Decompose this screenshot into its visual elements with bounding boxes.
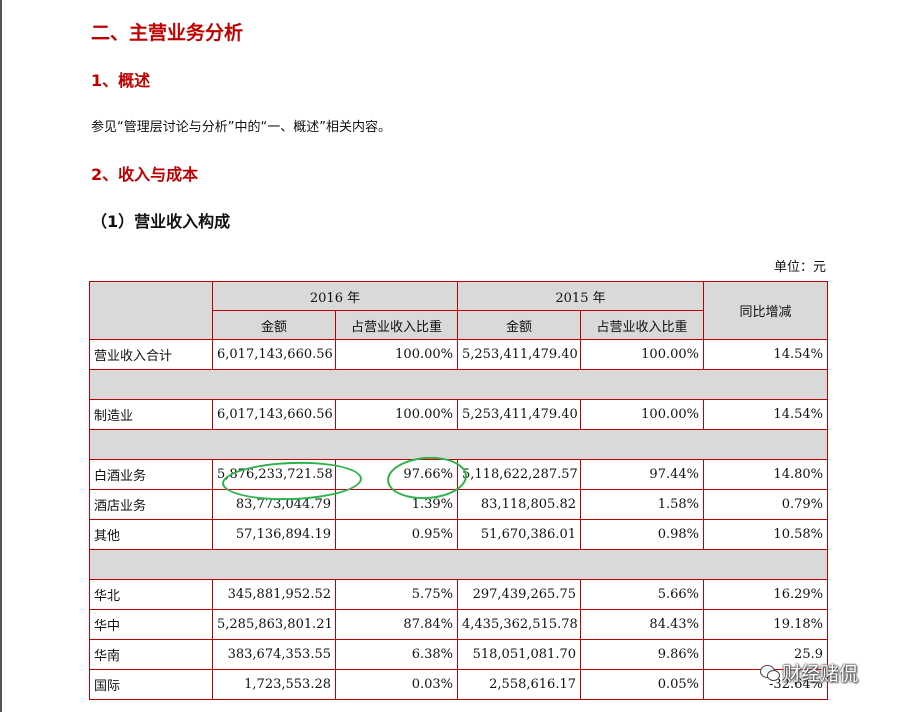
amount-2016: 57,136,894.19 (212, 519, 336, 550)
table-row: 华南 383,674,353.55 6.38% 518,051,081.70 9… (89, 639, 828, 670)
row-label: 华北 (89, 579, 213, 610)
table-row: 酒店业务 83,773,044.79 1.39% 83,118,805.82 1… (89, 489, 828, 520)
table-row: 白酒业务 5,876,233,721.58 97.66% 5,118,622,2… (89, 459, 828, 490)
revenue-cost-heading: 2、收入与成本 (91, 165, 199, 184)
amount-2016: 383,674,353.55 (212, 639, 336, 670)
amount-2015: 518,051,081.70 (457, 639, 581, 670)
ratio-2015: 84.43% (580, 609, 704, 640)
ratio-2016: 100.00% (335, 339, 458, 370)
ratio-2016: 5.75% (335, 579, 458, 610)
ratio-2016: 97.66% (335, 459, 458, 490)
amount-2015: 5,253,411,479.40 (457, 399, 581, 430)
ratio-2015: 100.00% (580, 339, 704, 370)
amount-2016: 6,017,143,660.56 (212, 339, 336, 370)
amount-2016: 5,285,863,801.21 (212, 609, 336, 640)
row-label: 华中 (89, 609, 213, 640)
row-label: 其他 (89, 519, 213, 550)
amount-2016: 5,876,233,721.58 (212, 459, 336, 490)
ratio-2015: 0.05% (580, 669, 704, 700)
ratio-2016: 87.84% (335, 609, 458, 640)
amount-2016: 1,723,553.28 (212, 669, 336, 700)
row-label: 营业收入合计 (89, 339, 213, 370)
amount-2016: 83,773,044.79 (212, 489, 336, 520)
row-label: 酒店业务 (89, 489, 213, 520)
yoy-change: 19.18% (703, 609, 828, 640)
header-amount-2015: 金额 (457, 310, 581, 340)
header-ratio-2016: 占营业收入比重 (335, 310, 458, 340)
amount-2015: 4,435,362,515.78 (457, 609, 581, 640)
section-separator (89, 549, 828, 580)
header-amount-2016: 金额 (212, 310, 336, 340)
yoy-change: 10.58% (703, 519, 828, 550)
header-year-2015: 2015 年 (457, 281, 704, 311)
table-row: 国际 1,723,553.28 0.03% 2,558,616.17 0.05%… (89, 669, 828, 700)
watermark: 财经赌侃 (760, 659, 858, 686)
revenue-table: 2016 年 2015 年 同比增减 金额 占营业收入比重 金额 占营业收入比重… (89, 281, 828, 700)
table-row: 华北 345,881,952.52 5.75% 297,439,265.75 5… (89, 579, 828, 610)
amount-2016: 6,017,143,660.56 (212, 399, 336, 430)
document-page: 二、主营业务分析 1、概述 参见“管理层讨论与分析”中的“一、概述”相关内容。 … (0, 0, 911, 712)
row-label: 国际 (89, 669, 213, 700)
ratio-2015: 9.86% (580, 639, 704, 670)
table-row: 华中 5,285,863,801.21 87.84% 4,435,362,515… (89, 609, 828, 640)
amount-2015: 5,253,411,479.40 (457, 339, 581, 370)
yoy-change: 14.54% (703, 399, 828, 430)
row-label: 制造业 (89, 399, 213, 430)
ratio-2015: 97.44% (580, 459, 704, 490)
ratio-2016: 0.95% (335, 519, 458, 550)
amount-2015: 297,439,265.75 (457, 579, 581, 610)
ratio-2015: 1.58% (580, 489, 704, 520)
header-blank (89, 281, 213, 340)
table-row: 其他 57,136,894.19 0.95% 51,670,386.01 0.9… (89, 519, 828, 550)
section-heading: 二、主营业务分析 (91, 22, 244, 44)
overview-heading: 1、概述 (91, 71, 151, 90)
table-row-total: 营业收入合计 6,017,143,660.56 100.00% 5,253,41… (89, 339, 828, 370)
header-ratio-2015: 占营业收入比重 (580, 310, 704, 340)
amount-2015: 5,118,622,287.57 (457, 459, 581, 490)
watermark-text: 财经赌侃 (782, 663, 859, 685)
amount-2016: 345,881,952.52 (212, 579, 336, 610)
header-yoy: 同比增减 (703, 281, 828, 340)
row-label: 华南 (89, 639, 213, 670)
revenue-structure-heading: （1）营业收入构成 (91, 212, 231, 231)
ratio-2015: 0.98% (580, 519, 704, 550)
section-separator (89, 369, 828, 400)
page-edge (0, 0, 2, 712)
ratio-2016: 0.03% (335, 669, 458, 700)
ratio-2015: 100.00% (580, 399, 704, 430)
section-separator (89, 429, 828, 460)
ratio-2016: 6.38% (335, 639, 458, 670)
ratio-2016: 100.00% (335, 399, 458, 430)
unit-label: 单位：元 (773, 260, 826, 275)
row-label: 白酒业务 (89, 459, 213, 490)
amount-2015: 51,670,386.01 (457, 519, 581, 550)
wechat-icon (760, 665, 780, 681)
yoy-change: 16.29% (703, 579, 828, 610)
ratio-2015: 5.66% (580, 579, 704, 610)
yoy-change: 14.54% (703, 339, 828, 370)
header-year-2016: 2016 年 (212, 281, 458, 311)
ratio-2016: 1.39% (335, 489, 458, 520)
overview-text: 参见“管理层讨论与分析”中的“一、概述”相关内容。 (91, 120, 391, 135)
table-row-manufacturing: 制造业 6,017,143,660.56 100.00% 5,253,411,4… (89, 399, 828, 430)
amount-2015: 2,558,616.17 (457, 669, 581, 700)
yoy-change: 0.79% (703, 489, 828, 520)
yoy-change: 14.80% (703, 459, 828, 490)
amount-2015: 83,118,805.82 (457, 489, 581, 520)
